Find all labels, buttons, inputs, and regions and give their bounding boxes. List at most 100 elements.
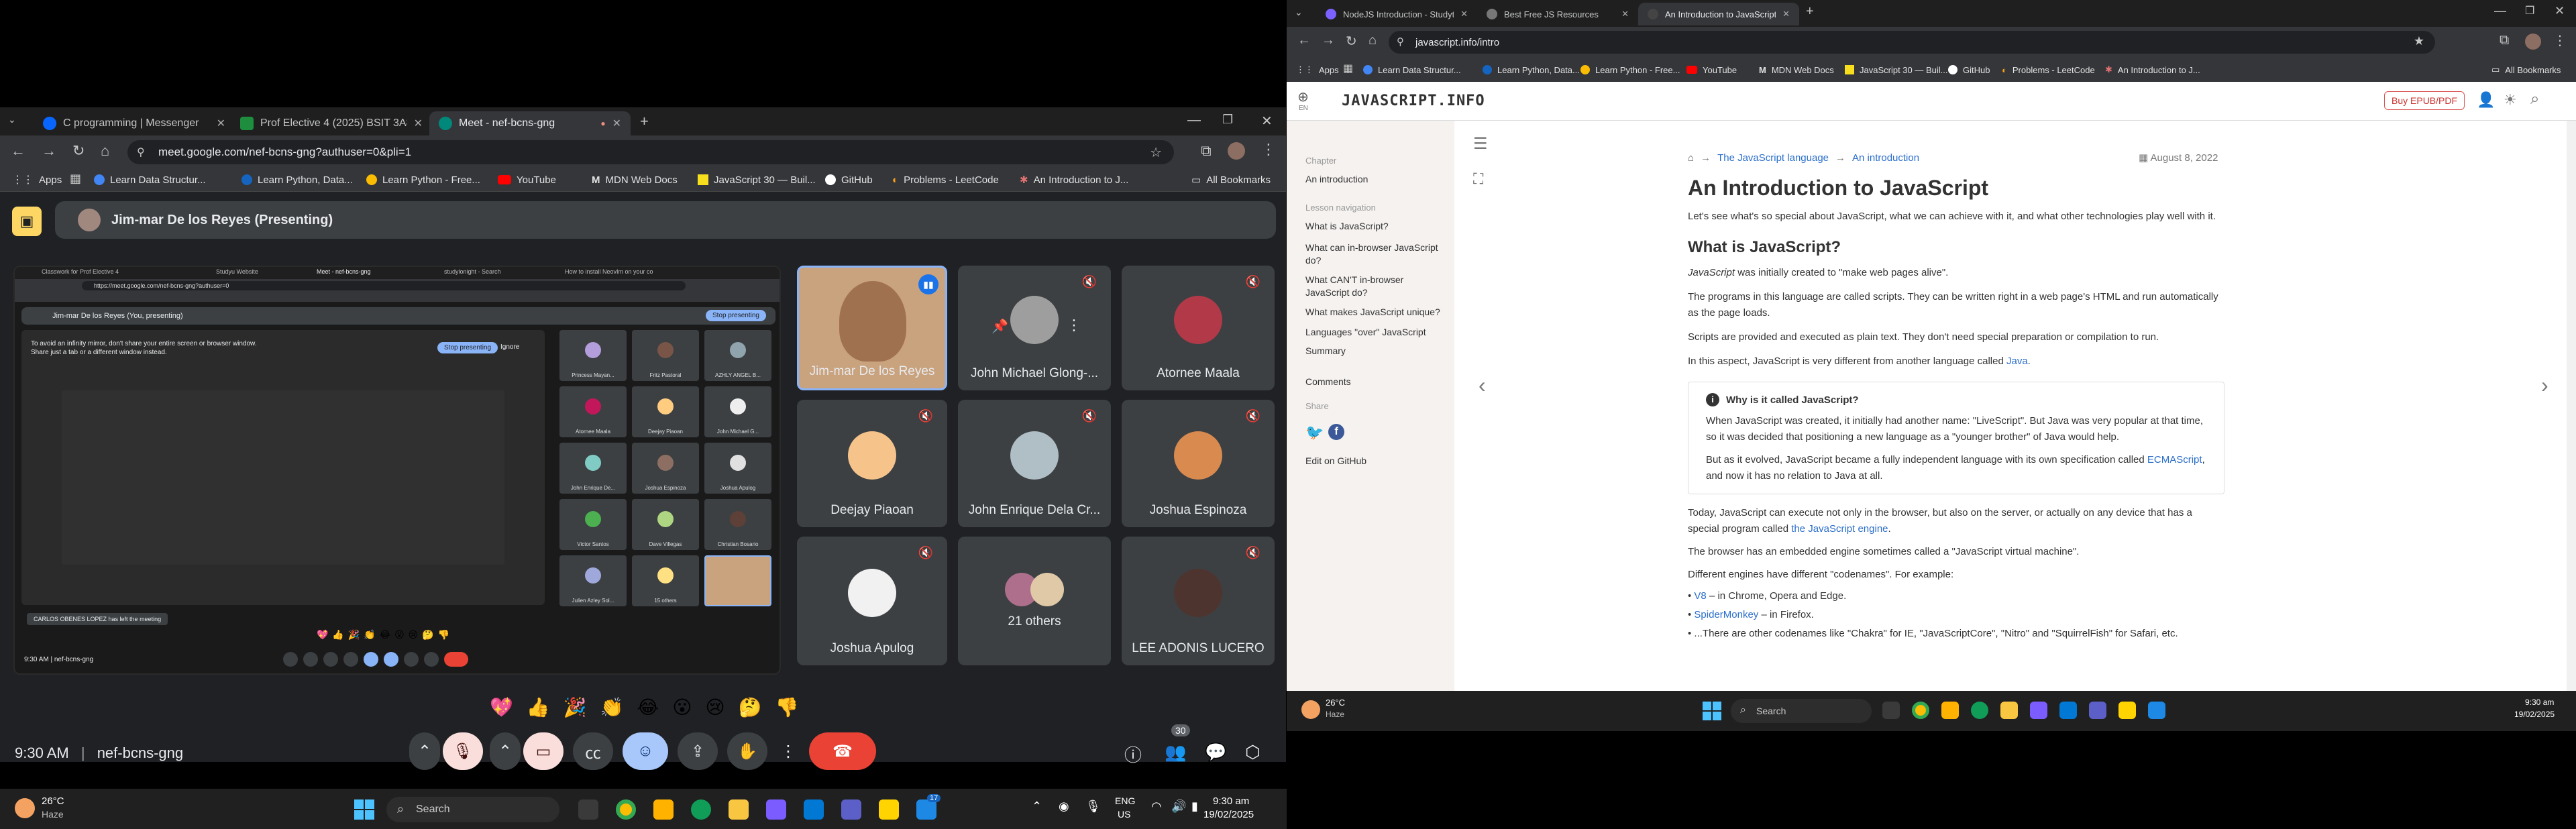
java-link[interactable]: Java [2006,355,2028,367]
edge-icon[interactable] [691,799,711,820]
sidebar-item-languages-over[interactable]: Languages "over" JavaScript [1305,326,1446,339]
sticky-app-icon[interactable] [2118,702,2136,719]
captions-button[interactable]: ㏄ [573,732,613,770]
twitter-icon[interactable]: 🐦 [1305,424,1324,441]
sidebar-chapter-link[interactable]: An introduction [1305,173,1368,186]
reload-icon[interactable]: ↻ [1346,33,1357,50]
home-icon[interactable]: ⌂ [101,142,109,160]
sidebar-item-unique[interactable]: What makes JavaScript unique? [1305,306,1446,319]
bookmark-star-icon[interactable]: ★ [2414,34,2424,48]
bookmark-star-icon[interactable]: ☆ [1150,144,1162,161]
sidebar-item-can-do[interactable]: What can in-browser JavaScript do? [1305,241,1446,267]
store-icon[interactable] [766,799,786,820]
teams-icon[interactable] [2089,702,2106,719]
microphone-icon[interactable]: 🎙 [1085,799,1101,814]
chrome-icon[interactable] [616,799,636,820]
site-logo[interactable]: JAVASCRIPT.INFO [1342,93,1485,109]
task-view-icon[interactable] [578,799,598,820]
file-explorer-icon[interactable] [2000,702,2018,719]
file-explorer-icon[interactable] [729,799,749,820]
more-options-button[interactable]: ⋮ [777,732,800,770]
new-tab-icon[interactable]: + [640,113,649,130]
tab-free-js[interactable]: Best Free JS Resources ✕ [1477,3,1638,25]
sticky-app-icon[interactable] [879,799,899,820]
copilot-icon[interactable] [1941,702,1959,719]
close-icon[interactable]: ✕ [1621,9,1629,19]
maximize-icon[interactable]: ❐ [2525,4,2534,17]
windows-start-icon[interactable] [354,799,374,820]
scrollbar[interactable] [2567,121,2576,691]
chrome-icon[interactable] [1912,702,1929,719]
mic-toggle-button[interactable]: 🎙 [443,732,483,770]
bookmark-1[interactable]: Learn Data Structur... [94,172,206,187]
close-icon[interactable]: ✕ [612,117,621,130]
buy-epub-button[interactable]: Buy EPUB/PDF [2384,91,2465,110]
ecmascript-link[interactable]: ECMAScript [2147,454,2202,465]
bookmark-mdn[interactable]: M MDN Web Docs [592,172,678,187]
reload-icon[interactable]: ↻ [72,142,85,160]
participant-tile-others[interactable]: 21 others [958,537,1111,665]
tab-classroom[interactable]: Prof Elective 4 (2025) BSIT 3A8 ✕ [231,111,432,135]
home-icon[interactable]: ⌂ [1368,33,1377,48]
sidebar-comments-link[interactable]: Comments [1305,376,1351,388]
reaction-thumbs-down[interactable]: 👎 [775,696,799,718]
search-icon[interactable]: ⌕ [2530,90,2539,109]
tab-groups-icon[interactable]: ▦ [1343,62,1353,75]
tab-jsinfo[interactable]: An Introduction to JavaScript ✕ [1638,3,1799,25]
sidebar-item-what-is-js[interactable]: What is JavaScript? [1305,220,1446,233]
home-icon[interactable]: ⌂ [1688,152,1694,164]
weather-icon[interactable] [1301,700,1320,719]
tab-search-icon[interactable]: ⌄ [1295,7,1303,18]
reaction-thinking[interactable]: 🤔 [739,696,762,718]
theme-sun-icon[interactable]: ☀ [2504,91,2517,109]
v8-link[interactable]: V8 [1694,590,1706,602]
site-info-icon[interactable]: ⚲ [137,146,145,159]
bookmark-js30[interactable]: JavaScript 30 — Buil... [1845,62,1948,77]
tab-nodejs[interactable]: NodeJS Introduction - Studyto ✕ [1316,3,1477,25]
task-view-icon[interactable] [1882,702,1900,719]
people-icon[interactable]: 👥 [1165,742,1186,763]
spidermonkey-link[interactable]: SpiderMonkey [1694,609,1758,620]
edge-icon[interactable] [1971,702,1988,719]
menu-kebab-icon[interactable]: ⋮ [2553,32,2567,49]
bookmark-github[interactable]: GitHub [825,172,873,187]
participant-tile-self[interactable]: ▮▮ Jim-mar De los Reyes [797,266,947,390]
next-lesson-icon[interactable]: › [2541,373,2548,398]
messenger-app-icon[interactable] [916,799,936,820]
participant-tile[interactable]: 🔇 Deejay Piaoan [797,400,947,527]
facebook-icon[interactable]: f [1328,424,1344,440]
bookmark-3[interactable]: Learn Python - Free... [1580,62,1680,77]
bookmark-jsinfo[interactable]: ✱ An Introduction to J... [1020,172,1128,187]
globe-icon[interactable]: ⊕ [1297,89,1309,105]
store-icon[interactable] [2030,702,2047,719]
all-bookmarks[interactable]: ▭ All Bookmarks [2491,62,2561,77]
tray-chevron-icon[interactable]: ⌃ [1032,799,1042,814]
bookmark-youtube[interactable]: YouTube [1686,62,1737,77]
all-bookmarks[interactable]: ▭ All Bookmarks [1191,172,1271,187]
close-icon[interactable]: ✕ [1460,9,1468,19]
maximize-icon[interactable]: ❐ [1222,113,1233,127]
participant-tile[interactable]: 🔇 LEE ADONIS LUCERO [1122,537,1275,665]
bookmark-youtube[interactable]: YouTube [498,172,556,187]
weather-icon[interactable] [15,798,35,818]
participant-tile[interactable]: 📌 ⋮ 🔇 John Michael Glong-... [958,266,1111,390]
site-info-icon[interactable]: ⚲ [1397,36,1404,48]
emoji-reactions-button[interactable]: ☺ [623,732,668,770]
bookmark-2[interactable]: Learn Python, Data... [241,172,353,187]
tab-search-icon[interactable]: ⌄ [8,114,16,125]
window-close-icon[interactable]: ✕ [1261,113,1273,129]
bookmark-leetcode[interactable]: ◐ Problems - LeetCode [2002,62,2095,77]
participant-tile[interactable]: 🔇 Joshua Espinoza [1122,400,1275,527]
wifi-icon[interactable]: ◠ [1151,799,1162,814]
messenger-app-icon[interactable] [2148,702,2165,719]
map-icon[interactable]: ⛶ [1473,170,1483,188]
back-icon[interactable]: ← [1297,33,1311,48]
participant-tile[interactable]: 🔇 Atornee Maala [1122,266,1275,390]
close-icon[interactable]: ✕ [217,117,225,130]
outlook-icon[interactable] [804,799,824,820]
bookmark-apps[interactable]: ⋮⋮ Apps [12,172,62,187]
close-icon[interactable]: ✕ [1782,9,1790,19]
back-icon[interactable]: ← [11,142,25,160]
bookmark-jsinfo[interactable]: ✱ An Introduction to J... [2105,62,2200,77]
more-options-icon[interactable]: ⋮ [1067,317,1081,334]
